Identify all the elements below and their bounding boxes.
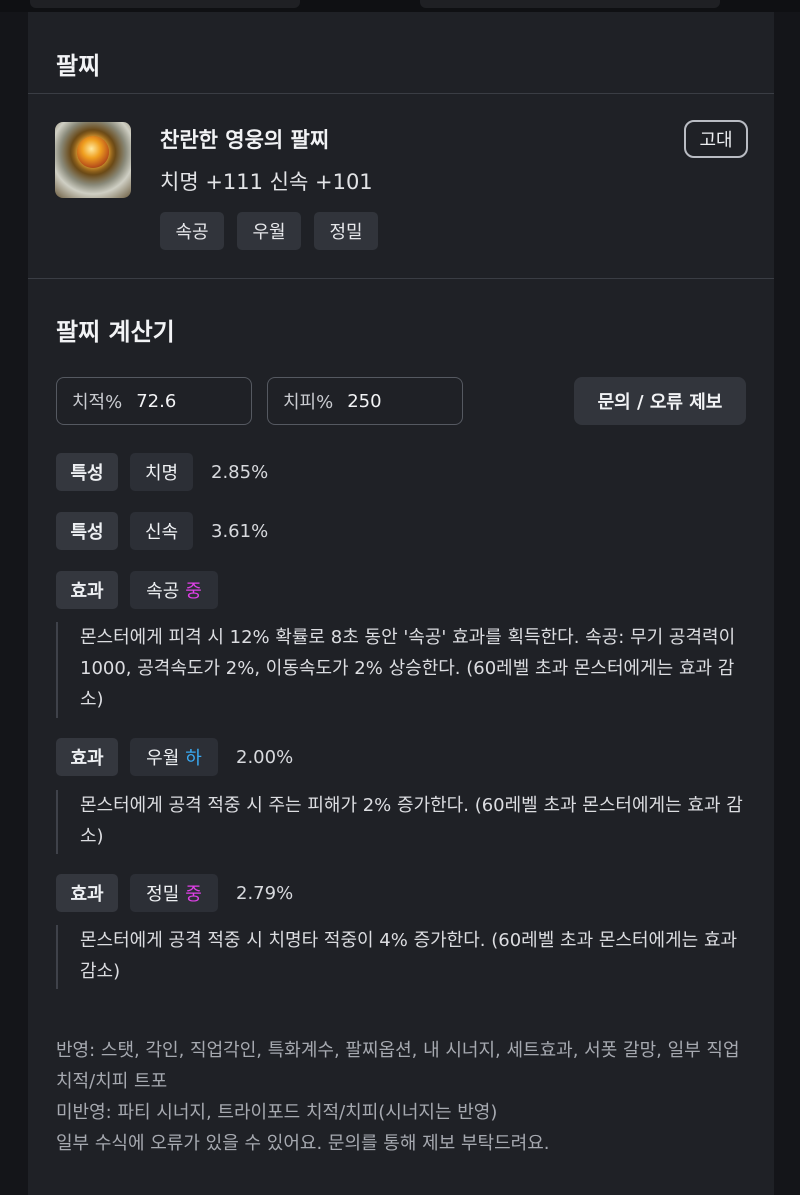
level-badge: 하 <box>185 748 202 769</box>
grade-badge: 고대 <box>684 120 748 158</box>
row-name-chip: 신속 <box>130 512 193 550</box>
level-badge: 중 <box>185 884 202 905</box>
crit-dmg-field[interactable]: 치피% 250 <box>267 377 463 425</box>
crit-rate-label: 치적% <box>72 392 123 413</box>
level-badge: 중 <box>185 581 202 602</box>
top-strip-shape <box>420 0 720 8</box>
row-kind-chip: 특성 <box>56 512 118 550</box>
row-name-chip: 정밀 중 <box>130 874 218 912</box>
row-name-chip: 치명 <box>130 453 193 491</box>
effect-description: 몬스터에게 공격 적중 시 주는 피해가 2% 증가한다. (60레벨 초과 몬… <box>56 790 756 854</box>
crit-dmg-label: 치피% <box>283 392 334 413</box>
row-value: 3.61% <box>211 521 269 542</box>
report-button[interactable]: 문의 / 오류 제보 <box>574 377 746 425</box>
gem-icon <box>77 136 109 168</box>
row-name: 속공 <box>146 581 180 602</box>
footnote-applied: 반영: 스탯, 각인, 직업각인, 특화계수, 팔찌옵션, 내 시너지, 세트효… <box>56 1040 740 1092</box>
item-tag: 우월 <box>237 212 301 250</box>
item-stats: 치명 +111 신속 +101 <box>160 170 373 194</box>
effect-description: 몬스터에게 공격 적중 시 치명타 적중이 4% 증가한다. (60레벨 초과 … <box>56 925 756 989</box>
row-name-chip: 속공 중 <box>130 571 218 609</box>
row-value: 2.85% <box>211 462 269 483</box>
calculator-title: 팔찌 계산기 <box>56 318 175 346</box>
effect-description: 몬스터에게 피격 시 12% 확률로 8초 동안 '속공' 효과를 획득한다. … <box>56 622 756 718</box>
card-title: 팔찌 <box>56 52 101 80</box>
item-tag: 정밀 <box>314 212 378 250</box>
row-kind-chip: 특성 <box>56 453 118 491</box>
footnote-not-applied: 미반영: 파티 시너지, 트라이포드 치적/치피(시너지는 반영) <box>56 1102 498 1123</box>
crit-rate-input[interactable]: 72.6 <box>136 391 176 412</box>
divider <box>28 93 774 94</box>
row-name: 정밀 <box>146 884 180 905</box>
row-kind-chip: 효과 <box>56 738 118 776</box>
row-name-chip: 우월 하 <box>130 738 218 776</box>
row-value: 2.00% <box>236 747 294 768</box>
top-strip-shape <box>30 0 300 8</box>
row-kind-chip: 효과 <box>56 571 118 609</box>
bracelet-icon <box>55 122 131 198</box>
crit-dmg-input[interactable]: 250 <box>347 391 381 412</box>
item-tag: 속공 <box>160 212 224 250</box>
divider <box>28 278 774 279</box>
row-kind-chip: 효과 <box>56 874 118 912</box>
crit-rate-field[interactable]: 치적% 72.6 <box>56 377 252 425</box>
footnote: 반영: 스탯, 각인, 직업각인, 특화계수, 팔찌옵션, 내 시너지, 세트효… <box>56 1035 756 1159</box>
footnote-notice: 일부 수식에 오류가 있을 수 있어요. 문의를 통해 제보 부탁드려요. <box>56 1133 550 1154</box>
top-strip <box>0 0 800 12</box>
item-name: 찬란한 영웅의 팔찌 <box>160 128 330 152</box>
bracelet-card: 팔찌 찬란한 영웅의 팔찌 치명 +111 신속 +101 고대 속공 우월 정… <box>28 12 774 1195</box>
row-name: 우월 <box>146 748 180 769</box>
row-value: 2.79% <box>236 883 294 904</box>
